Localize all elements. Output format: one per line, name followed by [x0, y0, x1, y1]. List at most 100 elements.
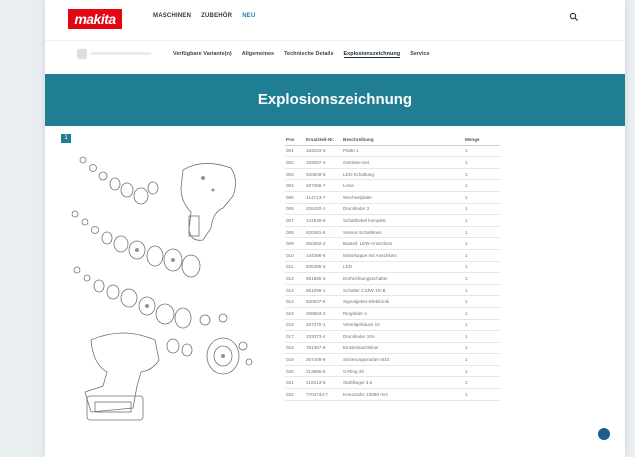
cell-part-number: 761367-9	[306, 345, 326, 351]
cell-part-number: 414713-7	[306, 194, 326, 200]
product-subnav-bar: Verfügbare Variante(n) Allgemeines Techn…	[45, 40, 625, 69]
search-icon[interactable]	[569, 12, 579, 22]
product-tabs: Verfügbare Variante(n) Allgemeines Techn…	[173, 51, 430, 58]
table-row[interactable]: 020 213686-5 O-Ring 20 1	[285, 366, 500, 378]
cell-part-number: 183087-3	[306, 159, 326, 165]
table-row[interactable]: 009 650262-2 Bauteil: LEW-Anschluss 1	[285, 238, 500, 250]
tab-service[interactable]: Service	[410, 51, 430, 58]
cell-pos: 020	[286, 368, 294, 374]
table-row[interactable]: 005 414713-7 Wechselplatte 1	[285, 192, 500, 204]
top-navigation: makita MASCHINEN ZUBEHÖR NEU	[45, 0, 625, 40]
table-row[interactable]: 021 216013-6 Stahlkugel 3,5 2	[285, 377, 500, 390]
cell-description: Verteilgehäuse 10	[343, 322, 380, 328]
cell-part-number: 635385-3	[306, 264, 326, 270]
table-row[interactable]: 022 7704744-7 Kreuzzahn 10080 mm 1	[285, 389, 500, 401]
cell-pos: 011	[286, 264, 294, 270]
nav-item-neu[interactable]: NEU	[242, 13, 255, 19]
cell-pos: 003	[286, 171, 294, 177]
cell-description: Stahlkugel 3,5	[343, 380, 373, 386]
cell-qty: 1	[465, 194, 468, 200]
diagram-page-button[interactable]: 1	[61, 134, 71, 143]
cell-pos: 012	[286, 275, 294, 281]
cell-part-number: 267370-1	[306, 322, 326, 328]
table-row[interactable]: 002 183087-3 Getriebe-Set 1	[285, 157, 500, 169]
cell-pos: 005	[286, 194, 294, 200]
cell-part-number: 258663-3	[306, 310, 326, 316]
cell-part-number: 620637-8	[306, 299, 326, 305]
table-row[interactable]: 014 620637-8 Signalgeber-Elektronik 1	[285, 296, 500, 308]
cell-pos: 014	[286, 299, 294, 305]
exploded-view-diagram[interactable]	[63, 150, 259, 430]
cell-description: Drehrichtungsschalter	[343, 275, 388, 281]
cell-qty: 1	[465, 264, 468, 270]
tab-technical-details[interactable]: Technische Details	[284, 51, 333, 58]
column-header-number: Ersatzteil-Nr.	[306, 136, 335, 142]
table-row[interactable]: 010 144398-6 Motorkappe mit Anschluss 1	[285, 250, 500, 262]
column-header-pos: Pos	[286, 136, 295, 142]
table-row[interactable]: 015 258663-3 Ringfeder 4 1	[285, 308, 500, 320]
product-thumbnail	[77, 49, 151, 59]
cell-pos: 021	[286, 380, 294, 386]
cell-pos: 002	[286, 159, 294, 165]
main-nav: MASCHINEN ZUBEHÖR NEU	[153, 13, 256, 19]
cell-part-number: 216013-6	[306, 380, 326, 386]
cell-qty: 1	[465, 333, 468, 339]
cell-pos: 022	[286, 391, 294, 397]
table-row[interactable]: 012 651985-3 Drehrichtungsschalter 1	[285, 273, 500, 285]
table-row[interactable]: 011 635385-3 LED 1	[285, 262, 500, 274]
cell-part-number: 144398-6	[306, 252, 326, 258]
column-header-description: Beschreibung	[343, 136, 374, 142]
cell-part-number: 183103-3	[306, 148, 326, 154]
cell-pos: 008	[286, 229, 294, 235]
table-row[interactable]: 019 267406-9 Sicherungsmutter M10 1	[285, 354, 500, 366]
table-row[interactable]: 006 226420-1 Druckfeder 2 1	[285, 204, 500, 216]
cell-qty: 1	[465, 368, 468, 374]
cell-qty: 1	[465, 391, 468, 397]
table-row[interactable]: 013 651096-1 Schalter C3JW-1R-B 1	[285, 285, 500, 297]
cell-pos: 007	[286, 217, 294, 223]
table-row[interactable]: 004 267365-7 Linse 1	[285, 180, 500, 192]
cell-qty: 1	[465, 287, 468, 293]
page-frame: makita MASCHINEN ZUBEHÖR NEU Verfügbare …	[45, 0, 625, 457]
cell-qty: 1	[465, 310, 468, 316]
table-row[interactable]: 007 144536-8 Schalthebel komplett 1	[285, 215, 500, 227]
column-header-qty: Menge	[465, 136, 480, 142]
table-row[interactable]: 016 267370-1 Verteilgehäuse 10 1	[285, 320, 500, 332]
cell-description: Schalthebel komplett	[343, 217, 386, 223]
cell-description: Platte 1	[343, 148, 359, 154]
cell-description: Ringfeder 4	[343, 310, 367, 316]
cell-description: Signalgeber-Elektronik	[343, 299, 390, 305]
cell-part-number: 233373-4	[306, 333, 326, 339]
table-row[interactable]: 018 761367-9 Einsteckachslinie 1	[285, 343, 500, 355]
cell-part-number: 267365-7	[306, 183, 326, 189]
cell-qty: 1	[465, 299, 468, 305]
cell-part-number: 267406-9	[306, 357, 326, 363]
table-row[interactable]: 003 620609-5 LED-Schaltung 1	[285, 169, 500, 181]
cell-description: Sicherungsmutter M10	[343, 357, 390, 363]
table-row[interactable]: 001 183103-3 Platte 1 1	[285, 146, 500, 158]
cell-qty: 1	[465, 345, 468, 351]
makita-logo[interactable]: makita	[68, 9, 122, 29]
cell-part-number: 620361-6	[306, 229, 326, 235]
cell-description: Schalter C3JW-1R-B	[343, 287, 386, 293]
tab-general[interactable]: Allgemeines	[242, 51, 274, 58]
cell-description: Bauteil: LEW-Anschluss	[343, 241, 392, 247]
nav-item-maschinen[interactable]: MASCHINEN	[153, 13, 191, 19]
cell-qty: 1	[465, 241, 468, 247]
tab-exploded-view[interactable]: Explosionszeichnung	[343, 51, 401, 58]
cell-qty: 1	[465, 275, 468, 281]
cell-description: Wechselplatte	[343, 194, 372, 200]
table-row[interactable]: 008 620361-6 Sensor-Schaltkreis 1	[285, 227, 500, 239]
cell-description: Druckfeder 2	[343, 206, 370, 212]
nav-item-zubehoer[interactable]: ZUBEHÖR	[201, 13, 232, 19]
cell-part-number: 651985-3	[306, 275, 326, 281]
parts-table-body: 001 183103-3 Platte 1 1 002 183087-3 Getriebe-…	[285, 146, 500, 401]
cell-part-number: 226420-1	[306, 206, 326, 212]
chat-button[interactable]	[598, 428, 610, 440]
cell-pos: 017	[286, 333, 294, 339]
cell-part-number: 213686-5	[306, 368, 326, 374]
table-row[interactable]: 017 233373-4 Druckfeder 10A 1	[285, 331, 500, 343]
cell-pos: 018	[286, 345, 294, 351]
cell-qty: 1	[465, 171, 468, 177]
tab-variants[interactable]: Verfügbare Variante(n)	[173, 51, 232, 58]
